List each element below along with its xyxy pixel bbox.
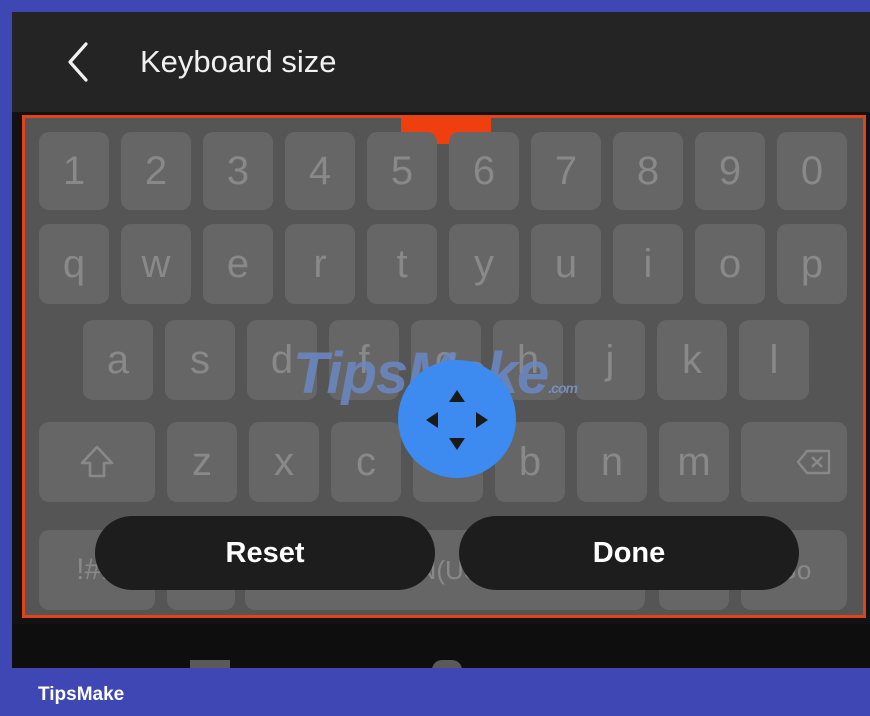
key-5: 5 [367, 132, 437, 210]
key-i: i [613, 224, 683, 304]
backspace-icon [796, 449, 831, 475]
key-3: 3 [203, 132, 273, 210]
move-arrows-icon [426, 390, 488, 450]
page-title: Keyboard size [140, 44, 337, 79]
key-f: f [329, 320, 399, 400]
key-a: a [83, 320, 153, 400]
key-e: e [203, 224, 273, 304]
key-9: 9 [695, 132, 765, 210]
key-u: u [531, 224, 601, 304]
phone-screen: Keyboard size 1 2 3 4 5 6 7 8 9 0 q w e … [12, 12, 870, 668]
key-x: x [249, 422, 319, 502]
system-navigation-bar [12, 624, 870, 668]
key-c: c [331, 422, 401, 502]
key-1: 1 [39, 132, 109, 210]
key-k: k [657, 320, 727, 400]
key-d: d [247, 320, 317, 400]
key-t: t [367, 224, 437, 304]
key-r: r [285, 224, 355, 304]
key-8: 8 [613, 132, 683, 210]
key-p: p [777, 224, 847, 304]
done-button[interactable]: Done [459, 516, 799, 590]
backspace-key [741, 422, 847, 502]
move-keyboard-handle[interactable] [398, 360, 516, 478]
home-nav-icon[interactable] [432, 660, 462, 668]
key-y: y [449, 224, 519, 304]
key-n: n [577, 422, 647, 502]
key-l: l [739, 320, 809, 400]
key-6: 6 [449, 132, 519, 210]
key-7: 7 [531, 132, 601, 210]
shift-icon [80, 445, 114, 478]
key-j: j [575, 320, 645, 400]
chevron-left-icon [68, 42, 88, 82]
footer-brand: TipsMake [38, 684, 125, 705]
keyboard-resize-area[interactable]: 1 2 3 4 5 6 7 8 9 0 q w e r t y u i o p … [22, 115, 866, 618]
recents-nav-icon[interactable] [190, 660, 230, 668]
key-m: m [659, 422, 729, 502]
key-2: 2 [121, 132, 191, 210]
back-button[interactable] [60, 40, 100, 84]
shift-key [39, 422, 155, 502]
key-z: z [167, 422, 237, 502]
key-4: 4 [285, 132, 355, 210]
key-o: o [695, 224, 765, 304]
key-w: w [121, 224, 191, 304]
top-app-bar: Keyboard size [12, 12, 870, 112]
key-0: 0 [777, 132, 847, 210]
key-s: s [165, 320, 235, 400]
key-q: q [39, 224, 109, 304]
reset-button[interactable]: Reset [95, 516, 435, 590]
